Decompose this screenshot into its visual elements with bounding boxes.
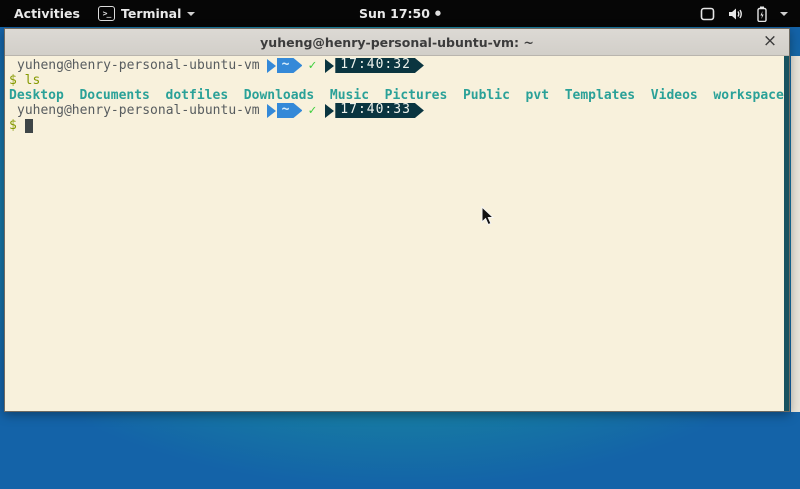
app-menu-terminal[interactable]: >_ Terminal	[98, 6, 195, 21]
powerline-arrow-icon	[267, 59, 276, 73]
prompt-path-segment: ~	[277, 58, 303, 73]
scrollbar[interactable]	[784, 56, 789, 411]
app-menu-label: Terminal	[121, 6, 181, 21]
window-title: yuheng@henry-personal-ubuntu-vm: ~	[260, 35, 534, 50]
ls-output-line: Desktop Documents dotfiles Downloads Mus…	[9, 88, 789, 103]
battery-charging-icon	[757, 6, 767, 22]
display-icon	[700, 7, 715, 21]
chevron-down-icon	[187, 12, 195, 16]
activities-button[interactable]: Activities	[10, 6, 84, 21]
background-sliver	[791, 56, 800, 412]
prompt-host: yuheng@henry-personal-ubuntu-vm	[17, 103, 260, 118]
prompt-symbol: $	[9, 118, 17, 133]
powerline-arrow-icon	[267, 104, 276, 118]
close-button[interactable]: ×	[759, 29, 781, 55]
system-status-area[interactable]	[700, 6, 800, 22]
terminal-window: yuheng@henry-personal-ubuntu-vm: ~ × yuh…	[4, 28, 790, 412]
status-check-icon: ✓	[308, 58, 316, 73]
current-input-line[interactable]: $	[9, 118, 789, 133]
mouse-pointer-icon	[480, 206, 495, 227]
notification-dot-icon: ●	[435, 0, 441, 27]
prompt-time-segment: 17:40:33	[335, 103, 424, 118]
system-menu-chevron-icon	[780, 12, 788, 16]
prompt-symbol: $	[9, 73, 17, 88]
prompt-path-segment: ~	[277, 103, 303, 118]
window-titlebar[interactable]: yuheng@henry-personal-ubuntu-vm: ~ ×	[5, 29, 789, 56]
prompt-host: yuheng@henry-personal-ubuntu-vm	[17, 58, 260, 73]
terminal-content[interactable]: yuheng@henry-personal-ubuntu-vm ~ ✓ 17:4…	[5, 56, 789, 411]
clock-label[interactable]: Sun 17:50	[359, 6, 430, 21]
status-check-icon: ✓	[308, 103, 316, 118]
powerline-arrow-icon	[325, 104, 334, 118]
text-cursor	[25, 119, 33, 133]
powerline-arrow-icon	[325, 59, 334, 73]
prompt-line-2: yuheng@henry-personal-ubuntu-vm ~ ✓ 17:4…	[9, 103, 789, 118]
prompt-line-1: yuheng@henry-personal-ubuntu-vm ~ ✓ 17:4…	[9, 58, 789, 73]
top-bar: Activities >_ Terminal Sun 17:50 ●	[0, 0, 800, 27]
volume-icon	[728, 7, 744, 21]
typed-command: ls	[25, 73, 41, 88]
terminal-app-icon: >_	[98, 6, 115, 21]
command-line: $ ls	[9, 73, 789, 88]
prompt-time-segment: 17:40:32	[335, 58, 424, 73]
